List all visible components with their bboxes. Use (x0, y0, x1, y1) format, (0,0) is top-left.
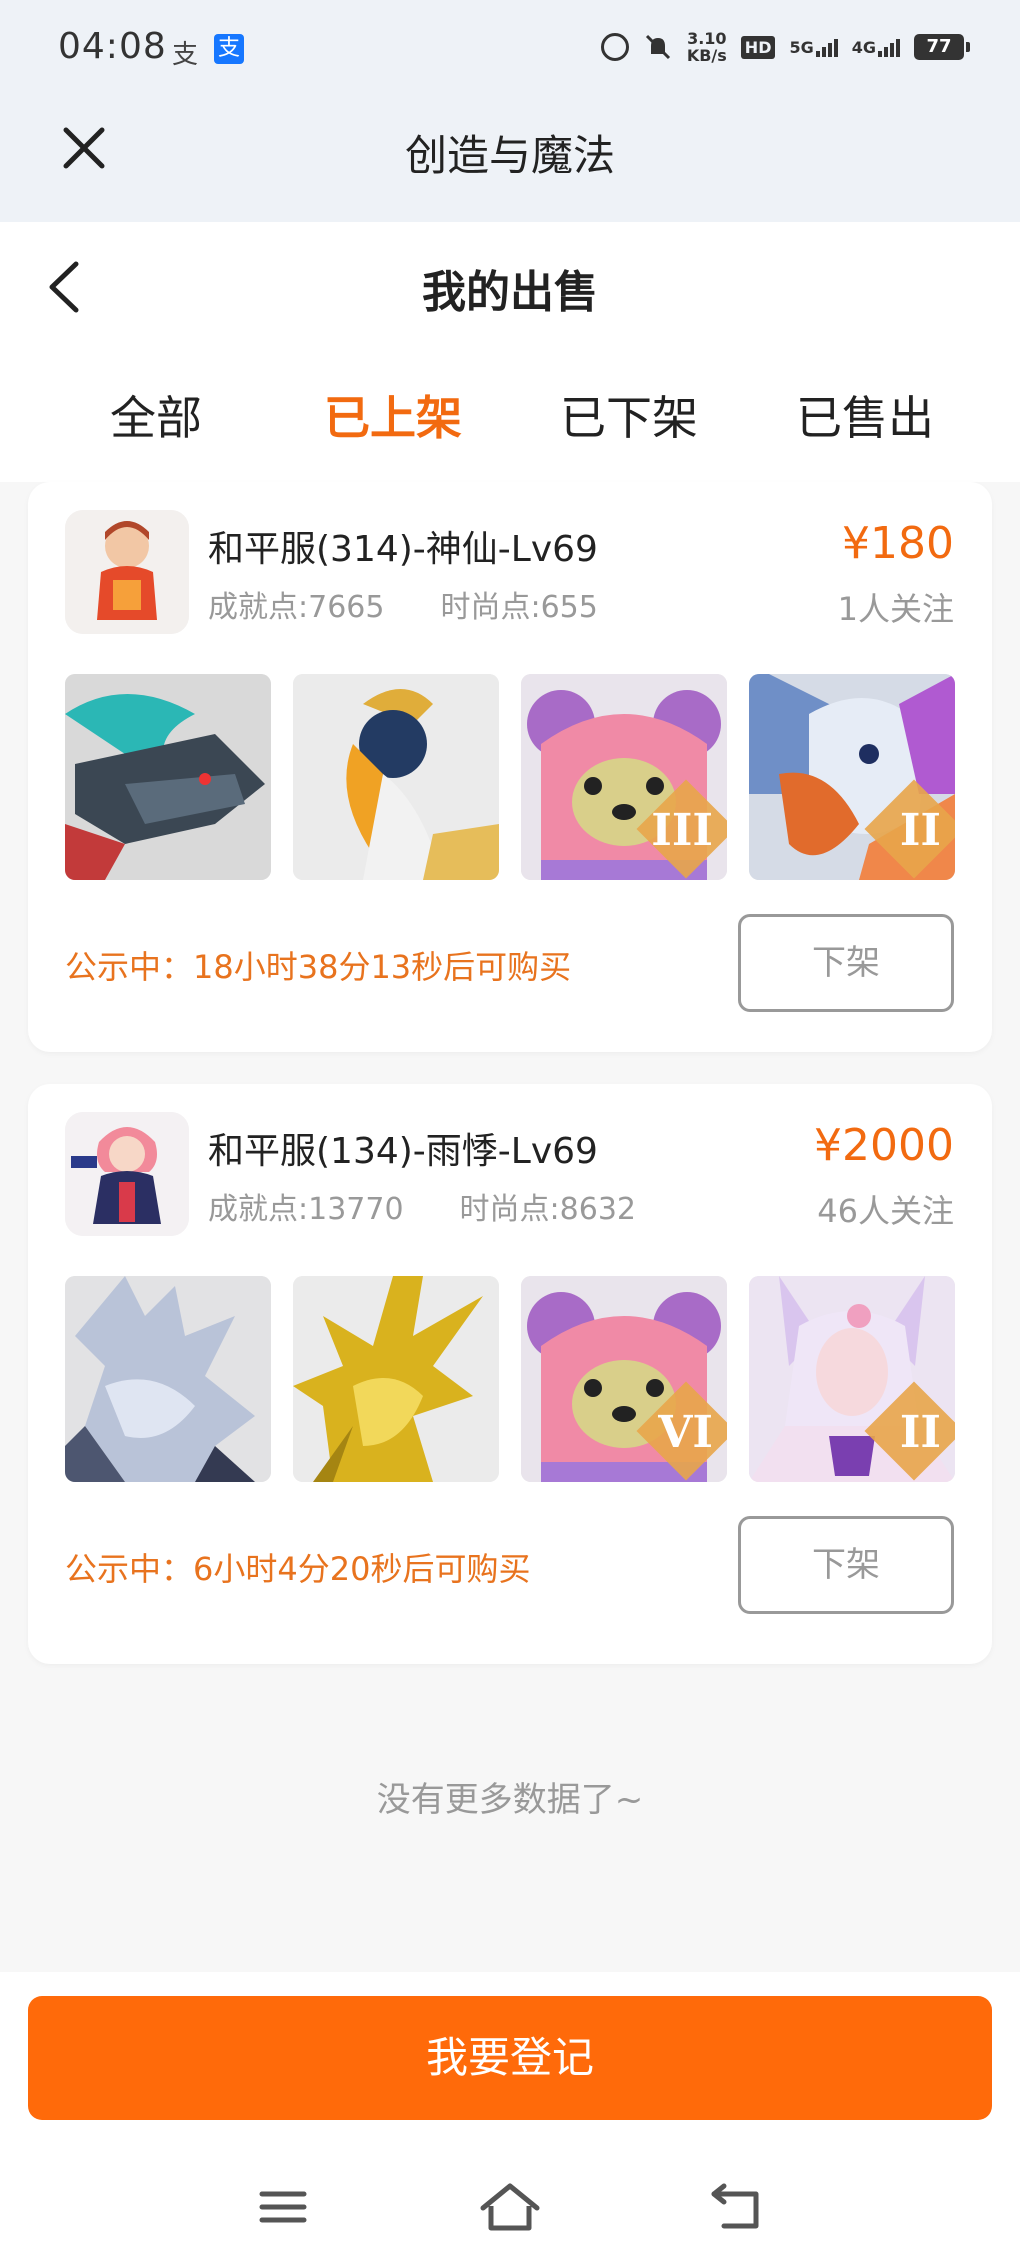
listing-list: 和平服(314)-神仙-Lv69 成就点:7665 时尚点:655 ¥180 1人… (0, 482, 1020, 1972)
pink-bear-mount-thumb[interactable]: VI (521, 1276, 727, 1482)
rank-label: III (651, 805, 713, 856)
rank-label: VI (658, 1407, 713, 1458)
webview-title: 创造与魔法 (404, 131, 615, 180)
status-indicators: 3.10 KB/s HD 5G 4G 77 (600, 30, 970, 64)
griffin-mount-thumb[interactable]: II (749, 674, 955, 880)
listing-stats: 成就点:13770 时尚点:8632 (208, 1184, 636, 1228)
signal-bars-icon (878, 38, 900, 57)
item-thumbnails: VI II (65, 1276, 955, 1482)
alipay-small-icon: 支 (172, 40, 199, 70)
alarm-icon (600, 33, 629, 61)
battery-icon: 77 (914, 34, 970, 60)
listing-card[interactable]: 和平服(134)-雨悸-Lv69 成就点:13770 时尚点:8632 ¥2000… (28, 1084, 992, 1664)
signal-4g: 4G (852, 38, 900, 57)
webview-header: 创造与魔法 (0, 100, 1020, 222)
listing-card[interactable]: 和平服(314)-神仙-Lv69 成就点:7665 时尚点:655 ¥180 1人… (28, 482, 992, 1052)
status-bar: 04:08 支 支 3.10 KB/s HD 5G 4G 77 (0, 0, 1020, 100)
silver-dragon-mount-thumb[interactable] (65, 1276, 271, 1482)
page-title: 我的出售 (422, 267, 598, 318)
home-icon[interactable] (475, 2172, 545, 2242)
listing-title: 和平服(134)-雨悸-Lv69 (208, 1131, 598, 1172)
tab-listed[interactable]: 已上架 (324, 382, 462, 448)
public-notice: 公示中：18小时38分13秒后可购买 (65, 948, 572, 986)
fox-spirit-mount-thumb[interactable]: II (749, 1276, 955, 1482)
back-icon[interactable] (702, 2172, 772, 2242)
listing-title: 和平服(314)-神仙-Lv69 (208, 529, 598, 570)
character-avatar (65, 510, 189, 634)
achievement-points: 成就点:13770 (208, 1192, 404, 1227)
menu-icon[interactable] (248, 2172, 318, 2242)
tab-bar: 全部 已上架 已下架 已售出 (0, 382, 1020, 452)
signal-5g-label: 5G (789, 37, 814, 57)
item-thumbnails: III II (65, 674, 955, 880)
pink-bear-mount-thumb[interactable]: III (521, 674, 727, 880)
public-notice: 公示中：6小时4分20秒后可购买 (65, 1550, 531, 1588)
mech-dragon-mount-thumb[interactable] (65, 674, 271, 880)
signal-5g: 5G (789, 37, 838, 57)
net-speed: 3.10 KB/s (687, 30, 727, 64)
list-end-text: 没有更多数据了~ (376, 1780, 644, 1820)
rank-label: II (899, 1407, 941, 1458)
signal-4g-label: 4G (851, 37, 876, 57)
takedown-button[interactable]: 下架 (738, 914, 954, 1012)
tab-sold[interactable]: 已售出 (796, 382, 934, 448)
tab-delisted[interactable]: 已下架 (560, 382, 698, 448)
character-avatar (65, 1112, 189, 1236)
signal-bars-icon (815, 38, 838, 57)
alipay-icon: 支 (214, 34, 244, 64)
net-speed-unit: KB/s (686, 46, 727, 65)
rank-label: II (899, 805, 941, 856)
listing-price: ¥2000 (814, 1120, 954, 1171)
hd-badge: HD (740, 35, 776, 59)
mute-icon (645, 34, 670, 60)
fashion-points: 时尚点:655 (440, 590, 598, 625)
takedown-button[interactable]: 下架 (738, 1516, 954, 1614)
page-header: 我的出售 全部 已上架 已下架 已售出 (0, 222, 1020, 482)
hornbill-mount-thumb[interactable] (293, 674, 499, 880)
achievement-points: 成就点:7665 (208, 590, 385, 625)
register-button[interactable]: 我要登记 (28, 1996, 992, 2120)
golden-phoenix-mount-thumb[interactable] (293, 1276, 499, 1482)
bottom-bar: 我要登记 (0, 1972, 1020, 2267)
follower-count: 1人关注 (837, 590, 954, 628)
fashion-points: 时尚点:8632 (459, 1192, 637, 1227)
status-time: 04:08 (58, 26, 167, 67)
tab-all[interactable]: 全部 (110, 382, 202, 448)
follower-count: 46人关注 (817, 1192, 954, 1230)
system-nav-bar (0, 2152, 1020, 2267)
listing-stats: 成就点:7665 时尚点:655 (208, 582, 598, 626)
listing-price: ¥180 (842, 518, 954, 569)
